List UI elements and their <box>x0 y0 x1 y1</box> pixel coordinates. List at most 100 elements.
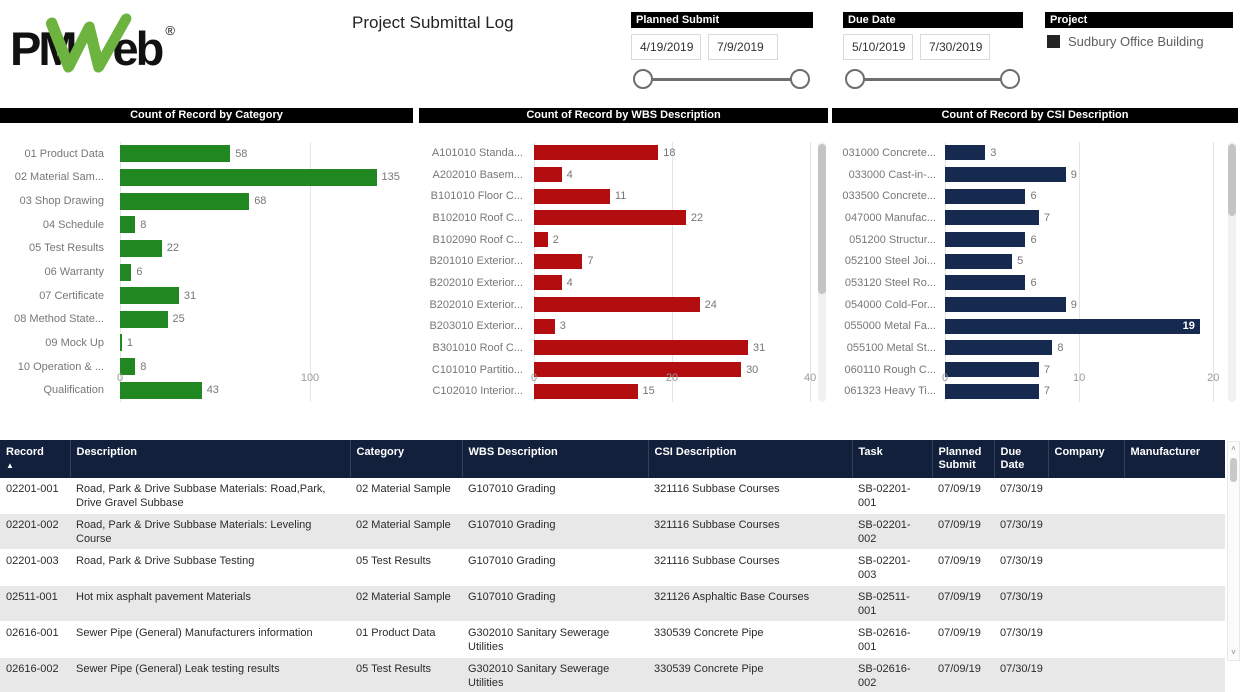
bar[interactable] <box>945 210 1039 225</box>
bar[interactable] <box>534 189 610 204</box>
table-cell <box>1048 586 1124 622</box>
bar[interactable] <box>534 297 700 312</box>
bar-value-label: 58 <box>235 148 247 160</box>
table-cell: 02201-002 <box>0 514 70 550</box>
chart-scrollbar-thumb[interactable] <box>818 144 826 294</box>
bar-row: 22 <box>120 237 405 261</box>
project-item-sudbury[interactable]: Sudbury Office Building <box>1047 34 1204 49</box>
column-header[interactable]: Category <box>350 440 462 478</box>
table-scrollbar[interactable]: ˄ ˅ <box>1227 441 1240 661</box>
due-date-slider-handle-left[interactable] <box>845 69 865 89</box>
column-header[interactable]: Record▲ <box>0 440 70 478</box>
bar[interactable] <box>534 145 658 160</box>
table-cell: 07/30/19 <box>994 478 1048 514</box>
column-header-label: Due Date <box>1001 446 1042 472</box>
column-header[interactable]: WBS Description <box>462 440 648 478</box>
column-header[interactable]: CSI Description <box>648 440 852 478</box>
table-cell <box>1048 478 1124 514</box>
category-label: B202010 Exterior... <box>419 294 531 316</box>
bar-row: 22 <box>534 207 817 229</box>
x-tick-label: 0 <box>531 372 537 384</box>
bar[interactable] <box>120 145 230 162</box>
table-row[interactable]: 02616-001Sewer Pipe (General) Manufactur… <box>0 622 1225 658</box>
table-row[interactable]: 02511-001Hot mix asphalt pavement Materi… <box>0 586 1225 622</box>
bar[interactable] <box>945 189 1025 204</box>
column-header-label: WBS Description <box>469 446 642 459</box>
bar[interactable] <box>945 275 1025 290</box>
chart-count-by-csi: Count of Record by CSI Description 03100… <box>832 108 1238 433</box>
column-header[interactable]: Company <box>1048 440 1124 478</box>
due-date-end-input[interactable]: 7/30/2019 <box>920 34 990 60</box>
column-header-label: Task <box>859 446 926 459</box>
bar[interactable] <box>945 232 1025 247</box>
bar-row: 8 <box>120 213 405 237</box>
table-row[interactable]: 02201-003Road, Park & Drive Subbase Test… <box>0 550 1225 586</box>
bar[interactable] <box>120 240 162 257</box>
table-cell: 07/09/19 <box>932 478 994 514</box>
bar[interactable] <box>534 275 562 290</box>
bar[interactable] <box>945 340 1052 355</box>
category-label: A202010 Basem... <box>419 164 531 186</box>
bar[interactable] <box>120 287 179 304</box>
column-header[interactable]: Description <box>70 440 350 478</box>
project-item-label: Sudbury Office Building <box>1068 34 1204 49</box>
table-cell: SB-02201-001 <box>852 478 932 514</box>
column-header[interactable]: Manufacturer <box>1124 440 1225 478</box>
bar[interactable] <box>534 254 582 269</box>
bar[interactable] <box>534 210 686 225</box>
scroll-up-icon[interactable]: ˄ <box>1228 444 1239 454</box>
planned-submit-slider-handle-right[interactable] <box>790 69 810 89</box>
bar[interactable] <box>945 297 1066 312</box>
column-header[interactable]: Due Date <box>994 440 1048 478</box>
scroll-down-icon[interactable]: ˅ <box>1228 648 1239 658</box>
table-cell: 05 Test Results <box>350 550 462 586</box>
plot-area: 1841122274243313015 <box>534 142 817 402</box>
bar[interactable]: 19 <box>945 319 1200 334</box>
bar[interactable] <box>534 232 548 247</box>
chart-scrollbar-thumb[interactable] <box>1228 144 1236 216</box>
bar[interactable] <box>120 193 249 210</box>
bar-value-label: 9 <box>1071 169 1077 181</box>
bar[interactable] <box>945 167 1066 182</box>
bar[interactable] <box>120 311 168 328</box>
table-cell: Road, Park & Drive Subbase Materials: Ro… <box>70 478 350 514</box>
category-label: 031000 Concrete... <box>832 142 944 164</box>
x-tick-label: 0 <box>942 372 948 384</box>
bar-value-label: 8 <box>1057 342 1063 354</box>
bar[interactable] <box>945 145 985 160</box>
bar[interactable] <box>945 254 1012 269</box>
table-row[interactable]: 02201-001Road, Park & Drive Subbase Mate… <box>0 478 1225 514</box>
bar-row: 6 <box>120 260 405 284</box>
table-scrollbar-thumb[interactable] <box>1230 458 1237 482</box>
column-header[interactable]: Task <box>852 440 932 478</box>
table-cell: G302010 Sanitary Sewerage Utilities <box>462 622 648 658</box>
planned-submit-slider-track[interactable] <box>643 78 800 81</box>
category-label: 02 Material Sam... <box>0 166 112 190</box>
bar-row: 7 <box>534 250 817 272</box>
plot-area: 3967656919877 <box>945 142 1220 402</box>
column-header-label: Category <box>357 446 456 459</box>
bar[interactable] <box>120 264 131 281</box>
bar[interactable] <box>120 334 122 351</box>
table-row[interactable]: 02201-002Road, Park & Drive Subbase Mate… <box>0 514 1225 550</box>
bar[interactable] <box>534 167 562 182</box>
table-cell <box>1048 550 1124 586</box>
bar-row: 6 <box>945 185 1220 207</box>
category-label: 10 Operation & ... <box>0 355 112 379</box>
category-label: 03 Shop Drawing <box>0 189 112 213</box>
planned-submit-start-input[interactable]: 4/19/2019 <box>631 34 701 60</box>
planned-submit-end-input[interactable]: 7/9/2019 <box>708 34 778 60</box>
bar[interactable] <box>120 169 377 186</box>
bar[interactable] <box>120 216 135 233</box>
due-date-slider-handle-right[interactable] <box>1000 69 1020 89</box>
due-date-start-input[interactable]: 5/10/2019 <box>843 34 913 60</box>
column-header[interactable]: Planned Submit <box>932 440 994 478</box>
due-date-slider-track[interactable] <box>855 78 1010 81</box>
bar[interactable] <box>534 319 555 334</box>
column-header-label: Planned Submit <box>939 446 988 472</box>
table-cell: 01 Product Data <box>350 622 462 658</box>
planned-submit-slider-handle-left[interactable] <box>633 69 653 89</box>
bar[interactable] <box>534 340 748 355</box>
category-label: 054000 Cold-For... <box>832 294 944 316</box>
bar-row: 68 <box>120 189 405 213</box>
